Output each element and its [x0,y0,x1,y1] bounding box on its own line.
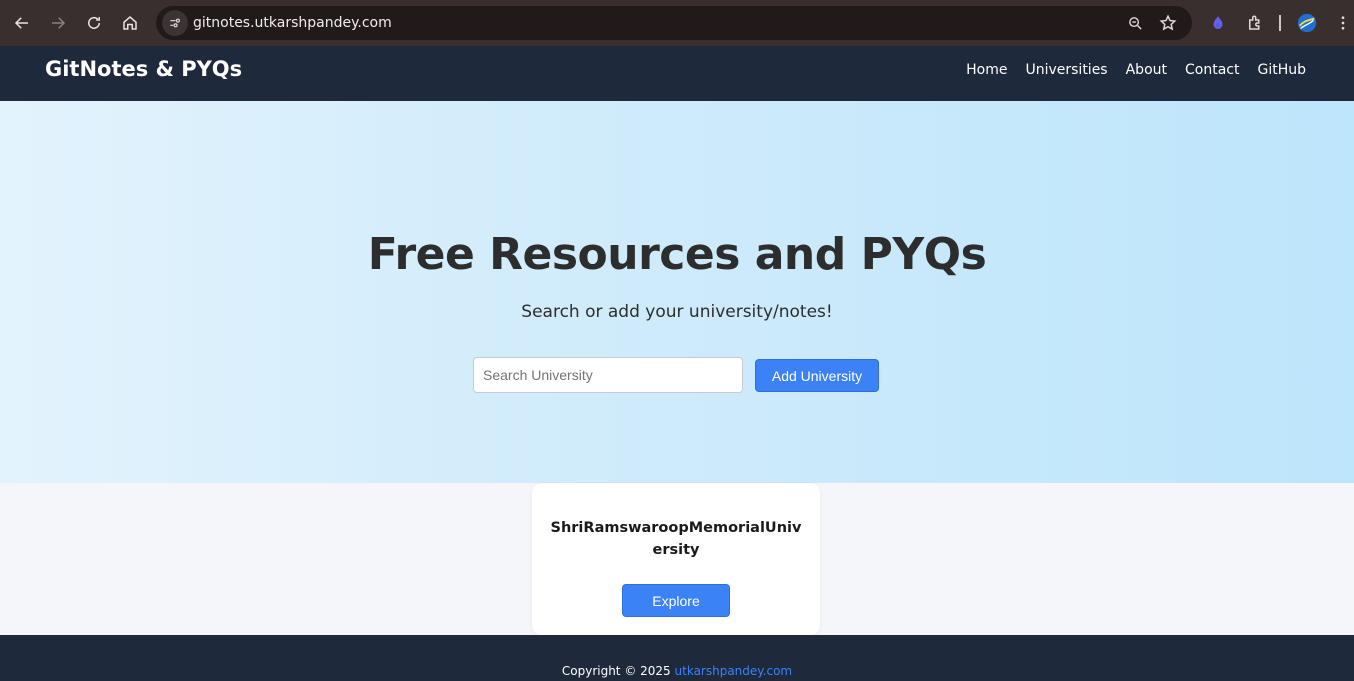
nav-link-about[interactable]: About [1126,62,1167,78]
copyright-text: Copyright © 2025 [561,664,671,678]
footer-copyright: Copyright © 2025 utkarshpandey.com [0,664,1354,678]
footer-author-link[interactable]: utkarshpandey.com [675,664,793,678]
search-university-input[interactable] [473,357,743,393]
zoom-icon[interactable] [1125,13,1145,33]
profile-avatar-icon[interactable] [1296,12,1318,34]
nav-links: Home Universities About Contact GitHub [966,62,1306,78]
nav-link-universities[interactable]: Universities [1025,62,1107,78]
university-list: ShriRamswaroopMemorialUniversity Explore [0,483,1354,635]
extensions-puzzle-icon[interactable] [1244,12,1266,34]
address-bar[interactable]: gitnotes.utkarshpandey.com [156,6,1192,40]
nav-link-contact[interactable]: Contact [1185,62,1239,78]
add-university-button[interactable]: Add University [755,359,879,392]
site-brand[interactable]: GitNotes & PYQs [45,57,242,81]
url-text[interactable]: gitnotes.utkarshpandey.com [193,15,392,31]
menu-dots-icon[interactable] [1332,12,1354,34]
extension-drop-icon[interactable] [1207,12,1229,34]
hero-title: Free Resources and PYQs [367,229,987,280]
home-icon[interactable] [112,5,148,41]
bookmark-star-icon[interactable] [1158,13,1178,33]
explore-button[interactable]: Explore [622,584,730,617]
hero-subtitle: Search or add your university/notes! [521,302,833,322]
nav-link-github[interactable]: GitHub [1257,62,1306,78]
reload-icon[interactable] [76,5,112,41]
hero-section: Free Resources and PYQs Search or add yo… [0,101,1354,483]
university-name: ShriRamswaroopMemorialUniversity [550,520,802,558]
site-footer: Copyright © 2025 utkarshpandey.com [0,635,1354,681]
site-settings-icon[interactable] [162,10,188,36]
back-icon[interactable] [4,5,40,41]
forward-icon[interactable] [40,5,76,41]
browser-toolbar: gitnotes.utkarshpandey.com [0,0,1354,46]
toolbar-divider [1279,15,1281,31]
site-navbar: GitNotes & PYQs Home Universities About … [0,46,1354,101]
nav-link-home[interactable]: Home [966,62,1007,78]
university-card: ShriRamswaroopMemorialUniversity Explore [532,483,820,635]
